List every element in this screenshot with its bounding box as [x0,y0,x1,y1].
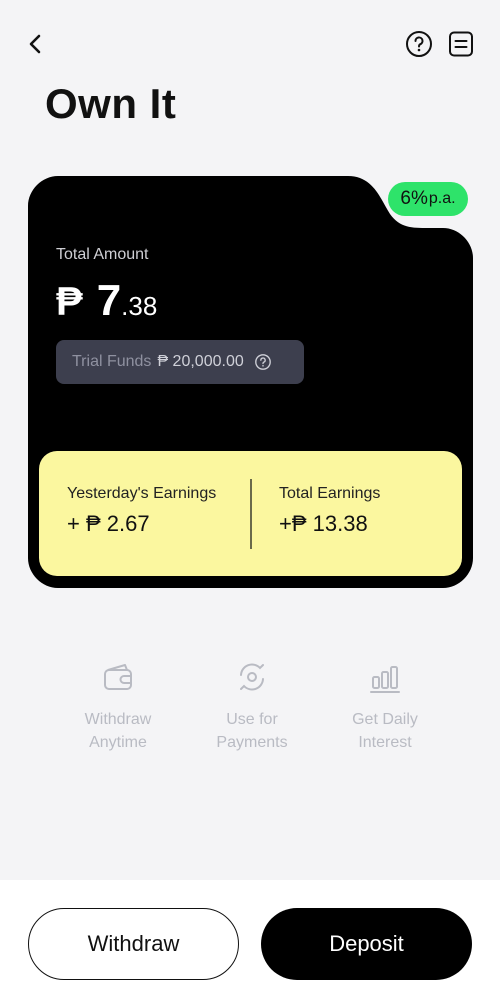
feature-get-daily-interest: Get Daily Interest [325,660,445,754]
wallet-icon [104,664,132,690]
earnings-panel: Yesterday's Earnings + ₱ 2.67 Total Earn… [39,451,462,576]
balance-card: 6% p.a. Total Amount ₱ 7 .38 Trial Funds … [28,176,473,588]
feature-use-for-payments: Use for Payments [192,660,312,754]
deposit-button[interactable]: Deposit [261,908,472,980]
trial-funds-pill[interactable]: Trial Funds ₱ 20,000.00 [56,340,304,384]
question-circle-icon [254,354,271,370]
withdraw-button[interactable]: Withdraw [28,908,239,980]
trial-funds-label: Trial Funds [72,353,152,370]
feature-line-1: Withdraw [84,711,152,728]
feature-line-2: Anytime [89,734,147,751]
trial-funds-value: ₱ 20,000.00 [157,353,244,370]
chevron-left-icon [29,34,41,54]
help-button[interactable] [405,30,433,58]
total-earnings-label: Total Earnings [279,485,381,502]
yesterday-earnings-label: Yesterday's Earnings [67,485,217,502]
total-earnings: Total Earnings +₱ 13.38 [279,485,380,537]
amount-integer: 7 [96,276,122,325]
rate-value: 6% [400,188,428,209]
page-title: Own It [45,80,177,127]
interest-rate-badge: 6% p.a. [388,182,468,216]
total-earnings-value: +₱ 13.38 [279,511,368,536]
feature-line-1: Get Daily [352,711,418,728]
yesterday-earnings: Yesterday's Earnings + ₱ 2.67 [67,485,216,537]
rate-suffix: p.a. [428,190,456,207]
earnings-divider [250,479,252,549]
feature-withdraw-anytime: Withdraw Anytime [58,660,178,754]
question-circle-icon [406,31,432,57]
top-bar: Own It [0,0,500,127]
amount-decimal: .38 [121,291,158,321]
bar-chart-icon [370,666,400,693]
total-amount-label: Total Amount [56,246,149,263]
yesterday-earnings-value: + ₱ 2.67 [67,511,150,536]
feature-line-1: Use for [226,711,278,728]
records-button[interactable] [447,30,475,58]
bottom-action-bar: Withdraw Deposit [0,880,500,997]
feature-line-2: Interest [358,734,412,751]
back-button[interactable] [22,30,50,58]
document-icon [449,31,473,57]
payment-cycle-icon [240,663,264,691]
total-amount: ₱ 7 .38 [56,276,157,326]
currency-symbol: ₱ [56,280,83,324]
feature-line-2: Payments [216,734,288,751]
feature-list: Withdraw Anytime Use for Payments Get Da… [0,660,500,760]
